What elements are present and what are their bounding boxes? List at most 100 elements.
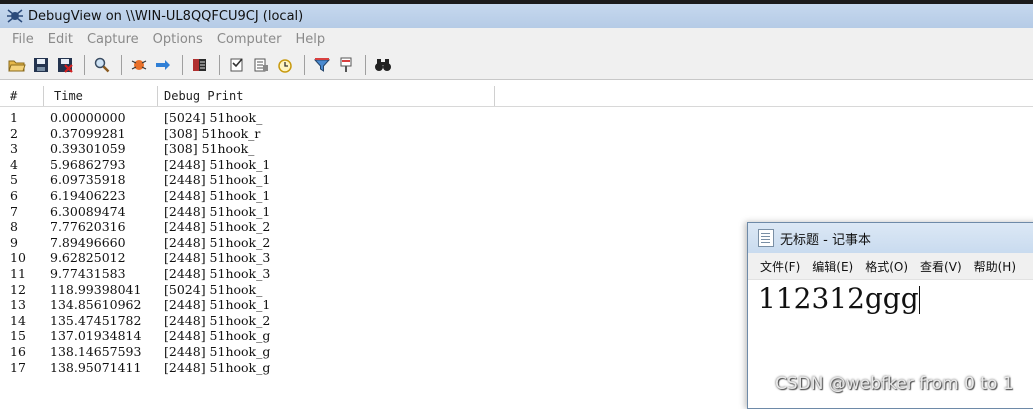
- log-row[interactable]: 2 0.37099281 [308] 51hook_r: [0, 126, 760, 142]
- column-header-number[interactable]: #: [0, 86, 44, 106]
- log-row-number: 7: [10, 203, 18, 219]
- timestamp-icon[interactable]: [252, 56, 270, 74]
- notepad-menu-view[interactable]: 查看(V): [914, 258, 968, 275]
- log-row[interactable]: 16 138.14657593 [2448] 51hook_g: [0, 344, 760, 360]
- history-icon[interactable]: [191, 56, 209, 74]
- options-icon[interactable]: [228, 56, 246, 74]
- menu-computer[interactable]: Computer: [210, 32, 289, 47]
- clear-icon[interactable]: [56, 56, 74, 74]
- column-header-time[interactable]: Time: [44, 86, 158, 106]
- column-header-debug-print[interactable]: Debug Print: [158, 86, 495, 106]
- log-row-number: 12: [10, 281, 26, 297]
- log-row-time: 6.30089474: [50, 203, 126, 219]
- window-title: DebugView on \\WIN-UL8QQFCU9CJ (local): [28, 8, 304, 24]
- log-row[interactable]: 9 7.89496660 [2448] 51hook_2: [0, 235, 760, 251]
- save-icon[interactable]: [32, 56, 50, 74]
- notepad-menu-format[interactable]: 格式(O): [859, 258, 914, 275]
- log-row-message: [2448] 51hook_g: [164, 328, 271, 344]
- find-icon[interactable]: [93, 56, 111, 74]
- search-binoculars-icon[interactable]: [374, 56, 392, 74]
- log-row-number: 2: [10, 125, 18, 141]
- log-row[interactable]: 14 135.47451782 [2448] 51hook_2: [0, 313, 760, 329]
- log-row-message: [2448] 51hook_2: [164, 219, 271, 235]
- log-row[interactable]: 6 6.19406223 [2448] 51hook_1: [0, 188, 760, 204]
- log-row-message: [2448] 51hook_1: [164, 187, 271, 203]
- log-row[interactable]: 8 7.77620316 [2448] 51hook_2: [0, 219, 760, 235]
- log-row-number: 6: [10, 187, 18, 203]
- log-row-number: 4: [10, 156, 18, 172]
- watermark: CSDN @webfker from 0 to 1: [775, 374, 1014, 394]
- log-row-time: 137.01934814: [50, 328, 142, 344]
- notepad-text-area[interactable]: 112312ggg: [748, 280, 1033, 315]
- log-row-message: [308] 51hook_r: [164, 125, 261, 141]
- log-row-message: [2448] 51hook_3: [164, 250, 271, 266]
- menu-edit[interactable]: Edit: [41, 32, 80, 47]
- log-row-time: 7.89496660: [50, 234, 126, 250]
- debugview-app-icon: [6, 7, 24, 25]
- notepad-menu-bar: 文件(F) 编辑(E) 格式(O) 查看(V) 帮助(H): [748, 253, 1033, 280]
- clock-icon[interactable]: [276, 56, 294, 74]
- text-caret: [918, 286, 920, 314]
- log-row-message: [5024] 51hook_: [164, 110, 263, 125]
- log-row[interactable]: 7 6.30089474 [2448] 51hook_1: [0, 204, 760, 220]
- notepad-menu-edit[interactable]: 编辑(E): [806, 258, 859, 275]
- log-row-number: 1: [10, 110, 18, 125]
- log-row-time: 138.14657593: [50, 343, 142, 359]
- menu-help[interactable]: Help: [288, 32, 332, 47]
- column-header-row: # Time Debug Print: [0, 86, 1033, 106]
- menu-bar: File Edit Capture Options Computer Help: [0, 28, 1033, 50]
- notepad-titlebar[interactable]: 无标题 - 记事本: [748, 223, 1033, 253]
- menu-options[interactable]: Options: [146, 32, 210, 47]
- notepad-menu-help[interactable]: 帮助(H): [968, 258, 1022, 275]
- log-row-message: [2448] 51hook_1: [164, 297, 271, 313]
- log-row[interactable]: 10 9.62825012 [2448] 51hook_3: [0, 250, 760, 266]
- log-row-message: [2448] 51hook_1: [164, 156, 271, 172]
- log-row-time: 5.96862793: [50, 156, 126, 172]
- toolbar-separator: [121, 54, 122, 75]
- log-row[interactable]: 12 118.99398041 [5024] 51hook_: [0, 282, 760, 298]
- toolbar-separator: [219, 54, 220, 75]
- log-row[interactable]: 4 5.96862793 [2448] 51hook_1: [0, 157, 760, 173]
- highlight-icon[interactable]: [337, 56, 355, 74]
- log-row-time: 138.95071411: [50, 359, 142, 375]
- log-row[interactable]: 3 0.39301059 [308] 51hook_: [0, 141, 760, 157]
- log-row-time: 135.47451782: [50, 312, 142, 328]
- notepad-menu-file[interactable]: 文件(F): [748, 258, 806, 275]
- log-row-number: 5: [10, 172, 18, 188]
- log-row[interactable]: 11 9.77431583 [2448] 51hook_3: [0, 266, 760, 282]
- log-row[interactable]: 5 6.09735918 [2448] 51hook_1: [0, 172, 760, 188]
- log-row-time: 9.62825012: [50, 250, 126, 266]
- log-row-number: 8: [10, 219, 18, 235]
- menu-capture[interactable]: Capture: [80, 32, 146, 47]
- log-row-message: [2448] 51hook_3: [164, 265, 271, 281]
- toolbar-separator: [84, 54, 85, 75]
- log-row-number: 13: [10, 297, 26, 313]
- log-row-message: [2448] 51hook_2: [164, 234, 271, 250]
- log-row-message: [5024] 51hook_: [164, 281, 263, 297]
- capture-icon[interactable]: [130, 56, 148, 74]
- log-row-time: 0.39301059: [50, 141, 126, 157]
- log-row-number: 3: [10, 141, 18, 157]
- log-row[interactable]: 13 134.85610962 [2448] 51hook_1: [0, 297, 760, 313]
- log-row[interactable]: 1 0.00000000 [5024] 51hook_: [0, 110, 760, 126]
- log-row-time: 7.77620316: [50, 219, 126, 235]
- toolbar-separator: [182, 54, 183, 75]
- log-row-message: [308] 51hook_: [164, 141, 255, 157]
- log-row-number: 15: [10, 328, 26, 344]
- notepad-content: 112312ggg: [758, 282, 919, 315]
- log-row-time: 6.19406223: [50, 187, 126, 203]
- header-divider: [0, 106, 1033, 107]
- log-row[interactable]: 15 137.01934814 [2448] 51hook_g: [0, 328, 760, 344]
- log-list: 1 0.00000000 [5024] 51hook_ 2 0.37099281 [308…: [0, 110, 760, 375]
- autoscroll-icon[interactable]: [154, 56, 172, 74]
- filter-icon[interactable]: [313, 56, 331, 74]
- toolbar: [0, 50, 1033, 80]
- menu-file[interactable]: File: [0, 32, 41, 47]
- log-row-time: 6.09735918: [50, 172, 126, 188]
- log-row[interactable]: 17 138.95071411 [2448] 51hook_g: [0, 360, 760, 376]
- log-row-time: 9.77431583: [50, 265, 126, 281]
- window-titlebar[interactable]: DebugView on \\WIN-UL8QQFCU9CJ (local): [0, 4, 1033, 28]
- open-icon[interactable]: [8, 56, 26, 74]
- notepad-icon: [758, 229, 774, 247]
- log-row-number: 14: [10, 312, 26, 328]
